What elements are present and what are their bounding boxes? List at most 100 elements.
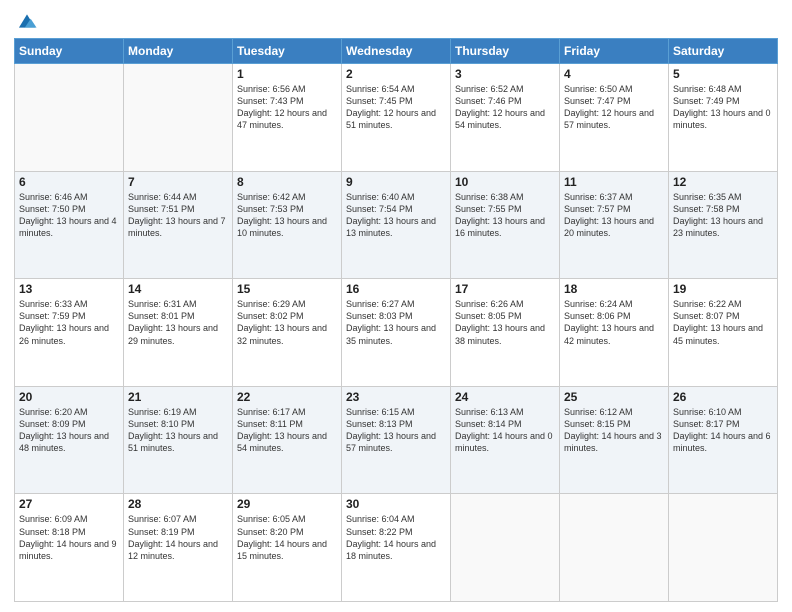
calendar-header-friday: Friday — [560, 39, 669, 64]
logo — [14, 10, 38, 32]
day-info: Sunrise: 6:07 AM Sunset: 8:19 PM Dayligh… — [128, 513, 228, 562]
day-info: Sunrise: 6:29 AM Sunset: 8:02 PM Dayligh… — [237, 298, 337, 347]
calendar-cell: 22 Sunrise: 6:17 AM Sunset: 8:11 PM Dayli… — [233, 386, 342, 494]
day-number: 22 — [237, 390, 337, 404]
day-number: 30 — [346, 497, 446, 511]
calendar-table: SundayMondayTuesdayWednesdayThursdayFrid… — [14, 38, 778, 602]
day-number: 12 — [673, 175, 773, 189]
day-number: 24 — [455, 390, 555, 404]
day-number: 11 — [564, 175, 664, 189]
day-info: Sunrise: 6:26 AM Sunset: 8:05 PM Dayligh… — [455, 298, 555, 347]
calendar-cell: 17 Sunrise: 6:26 AM Sunset: 8:05 PM Dayli… — [451, 279, 560, 387]
day-number: 25 — [564, 390, 664, 404]
day-number: 13 — [19, 282, 119, 296]
day-number: 20 — [19, 390, 119, 404]
calendar-week-row: 27Sunrise: 6:09 AM Sunset: 8:18 PM Dayli… — [15, 494, 778, 602]
day-number: 16 — [346, 282, 446, 296]
day-info: Sunrise: 6:10 AM Sunset: 8:17 PM Dayligh… — [673, 406, 773, 455]
day-info: Sunrise: 6:46 AM Sunset: 7:50 PM Dayligh… — [19, 191, 119, 240]
calendar-header-saturday: Saturday — [669, 39, 778, 64]
calendar-week-row: 6 Sunrise: 6:46 AM Sunset: 7:50 PM Daylig… — [15, 171, 778, 279]
day-info: Sunrise: 6:05 AM Sunset: 8:20 PM Dayligh… — [237, 513, 337, 562]
calendar-cell: 3 Sunrise: 6:52 AM Sunset: 7:46 PM Daylig… — [451, 64, 560, 172]
day-info: Sunrise: 6:22 AM Sunset: 8:07 PM Dayligh… — [673, 298, 773, 347]
day-info: Sunrise: 6:50 AM Sunset: 7:47 PM Dayligh… — [564, 83, 664, 132]
calendar-cell: 13 Sunrise: 6:33 AM Sunset: 7:59 PM Dayli… — [15, 279, 124, 387]
calendar-header-monday: Monday — [124, 39, 233, 64]
day-number: 3 — [455, 67, 555, 81]
day-info: Sunrise: 6:40 AM Sunset: 7:54 PM Dayligh… — [346, 191, 446, 240]
day-number: 26 — [673, 390, 773, 404]
day-info: Sunrise: 6:52 AM Sunset: 7:46 PM Dayligh… — [455, 83, 555, 132]
day-info: Sunrise: 6:12 AM Sunset: 8:15 PM Dayligh… — [564, 406, 664, 455]
calendar-cell: 6 Sunrise: 6:46 AM Sunset: 7:50 PM Daylig… — [15, 171, 124, 279]
calendar-cell: 10 Sunrise: 6:38 AM Sunset: 7:55 PM Dayli… — [451, 171, 560, 279]
day-number: 2 — [346, 67, 446, 81]
day-number: 19 — [673, 282, 773, 296]
day-number: 9 — [346, 175, 446, 189]
day-number: 7 — [128, 175, 228, 189]
day-info: Sunrise: 6:44 AM Sunset: 7:51 PM Dayligh… — [128, 191, 228, 240]
calendar-cell: 28 Sunrise: 6:07 AM Sunset: 8:19 PM Dayli… — [124, 494, 233, 602]
calendar-cell: 29 Sunrise: 6:05 AM Sunset: 8:20 PM Dayli… — [233, 494, 342, 602]
calendar-cell: 7 Sunrise: 6:44 AM Sunset: 7:51 PM Daylig… — [124, 171, 233, 279]
calendar-cell: 2 Sunrise: 6:54 AM Sunset: 7:45 PM Daylig… — [342, 64, 451, 172]
day-info: Sunrise: 6:20 AM Sunset: 8:09 PM Dayligh… — [19, 406, 119, 455]
header — [14, 10, 778, 32]
calendar-cell: 15 Sunrise: 6:29 AM Sunset: 8:02 PM Dayli… — [233, 279, 342, 387]
day-info: Sunrise: 6:56 AM Sunset: 7:43 PM Dayligh… — [237, 83, 337, 132]
logo-icon — [16, 10, 38, 32]
calendar-cell: 21Sunrise: 6:19 AM Sunset: 8:10 PM Dayli… — [124, 386, 233, 494]
day-info: Sunrise: 6:24 AM Sunset: 8:06 PM Dayligh… — [564, 298, 664, 347]
calendar-cell: 27Sunrise: 6:09 AM Sunset: 8:18 PM Dayli… — [15, 494, 124, 602]
day-info: Sunrise: 6:33 AM Sunset: 7:59 PM Dayligh… — [19, 298, 119, 347]
day-info: Sunrise: 6:38 AM Sunset: 7:55 PM Dayligh… — [455, 191, 555, 240]
day-info: Sunrise: 6:27 AM Sunset: 8:03 PM Dayligh… — [346, 298, 446, 347]
day-info: Sunrise: 6:37 AM Sunset: 7:57 PM Dayligh… — [564, 191, 664, 240]
calendar-header-thursday: Thursday — [451, 39, 560, 64]
day-number: 8 — [237, 175, 337, 189]
day-number: 4 — [564, 67, 664, 81]
calendar-cell — [669, 494, 778, 602]
calendar-header-sunday: Sunday — [15, 39, 124, 64]
page: SundayMondayTuesdayWednesdayThursdayFrid… — [0, 0, 792, 612]
day-number: 28 — [128, 497, 228, 511]
day-number: 6 — [19, 175, 119, 189]
day-number: 29 — [237, 497, 337, 511]
calendar-cell — [15, 64, 124, 172]
day-number: 17 — [455, 282, 555, 296]
calendar-cell: 8 Sunrise: 6:42 AM Sunset: 7:53 PM Daylig… — [233, 171, 342, 279]
day-number: 15 — [237, 282, 337, 296]
calendar-cell: 12 Sunrise: 6:35 AM Sunset: 7:58 PM Dayli… — [669, 171, 778, 279]
calendar-cell: 14 Sunrise: 6:31 AM Sunset: 8:01 PM Dayli… — [124, 279, 233, 387]
calendar-cell: 23Sunrise: 6:15 AM Sunset: 8:13 PM Dayli… — [342, 386, 451, 494]
calendar-cell: 1 Sunrise: 6:56 AM Sunset: 7:43 PM Daylig… — [233, 64, 342, 172]
day-info: Sunrise: 6:17 AM Sunset: 8:11 PM Dayligh… — [237, 406, 337, 455]
day-number: 5 — [673, 67, 773, 81]
calendar-cell: 19 Sunrise: 6:22 AM Sunset: 8:07 PM Dayli… — [669, 279, 778, 387]
calendar-cell: 20 Sunrise: 6:20 AM Sunset: 8:09 PM Dayli… — [15, 386, 124, 494]
day-number: 1 — [237, 67, 337, 81]
calendar-cell: 4 Sunrise: 6:50 AM Sunset: 7:47 PM Daylig… — [560, 64, 669, 172]
calendar-cell — [560, 494, 669, 602]
calendar-cell: 9 Sunrise: 6:40 AM Sunset: 7:54 PM Daylig… — [342, 171, 451, 279]
day-info: Sunrise: 6:15 AM Sunset: 8:13 PM Dayligh… — [346, 406, 446, 455]
day-info: Sunrise: 6:04 AM Sunset: 8:22 PM Dayligh… — [346, 513, 446, 562]
day-info: Sunrise: 6:35 AM Sunset: 7:58 PM Dayligh… — [673, 191, 773, 240]
calendar-cell: 11 Sunrise: 6:37 AM Sunset: 7:57 PM Dayli… — [560, 171, 669, 279]
day-number: 10 — [455, 175, 555, 189]
day-number: 14 — [128, 282, 228, 296]
day-info: Sunrise: 6:54 AM Sunset: 7:45 PM Dayligh… — [346, 83, 446, 132]
day-info: Sunrise: 6:42 AM Sunset: 7:53 PM Dayligh… — [237, 191, 337, 240]
calendar-week-row: 1 Sunrise: 6:56 AM Sunset: 7:43 PM Daylig… — [15, 64, 778, 172]
day-info: Sunrise: 6:31 AM Sunset: 8:01 PM Dayligh… — [128, 298, 228, 347]
calendar-header-wednesday: Wednesday — [342, 39, 451, 64]
calendar-cell: 16 Sunrise: 6:27 AM Sunset: 8:03 PM Dayli… — [342, 279, 451, 387]
day-info: Sunrise: 6:13 AM Sunset: 8:14 PM Dayligh… — [455, 406, 555, 455]
calendar-cell: 18Sunrise: 6:24 AM Sunset: 8:06 PM Dayli… — [560, 279, 669, 387]
calendar-header-tuesday: Tuesday — [233, 39, 342, 64]
calendar-cell: 25 Sunrise: 6:12 AM Sunset: 8:15 PM Dayli… — [560, 386, 669, 494]
calendar-cell: 24 Sunrise: 6:13 AM Sunset: 8:14 PM Dayli… — [451, 386, 560, 494]
day-number: 21 — [128, 390, 228, 404]
calendar-cell: 26 Sunrise: 6:10 AM Sunset: 8:17 PM Dayli… — [669, 386, 778, 494]
